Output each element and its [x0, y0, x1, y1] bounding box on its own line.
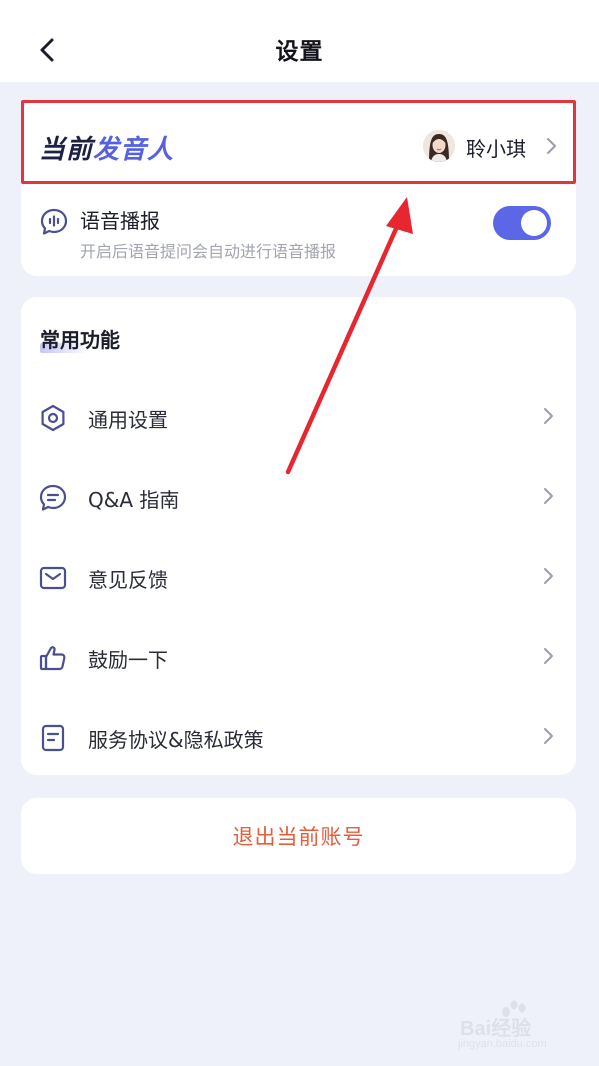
watermark-brand: Bai经验 — [460, 1018, 532, 1040]
voice-chat-icon — [40, 208, 68, 235]
watermark-url: jingyan.baidu.com — [458, 1038, 547, 1050]
toggle-knob — [521, 210, 547, 236]
logout-button[interactable]: 退出当前账号 — [21, 798, 576, 874]
chevron-right-icon — [544, 728, 553, 744]
back-button[interactable] — [30, 30, 64, 70]
mail-icon — [39, 566, 67, 590]
avatar-icon — [423, 130, 455, 162]
voice-settings-card: 当前发音人 聆小琪 语音播报 开启后语音提问会自动进行语音播报 — [21, 100, 576, 276]
menu-item-label: 意见反馈 — [88, 568, 168, 592]
chevron-right-icon — [544, 568, 553, 584]
chevron-right-icon — [544, 408, 553, 424]
chevron-right-icon — [547, 138, 556, 154]
voice-broadcast-label: 语音播报 — [80, 209, 160, 233]
settings-page: 设置 当前发音人 聆小琪 语音播报 开启后语音提问会自动进行语音播报 常用功能 … — [0, 0, 599, 1066]
voice-broadcast-toggle[interactable] — [493, 206, 551, 240]
menu-item-label: Q&A 指南 — [88, 488, 180, 512]
gear-icon — [41, 404, 65, 432]
speaker-name: 聆小琪 — [466, 137, 526, 161]
chevron-right-icon — [544, 648, 553, 664]
current-speaker-title: 当前发音人 — [39, 129, 174, 166]
menu-item-label: 通用设置 — [88, 408, 168, 432]
menu-item-privacy-policy[interactable]: 服务协议&隐私政策 — [21, 697, 576, 777]
common-functions-card: 常用功能 通用设置 Q&A 指南 意见反馈 鼓励一下 服务协议&隐私政策 — [21, 297, 576, 775]
section-title: 常用功能 — [40, 328, 120, 352]
document-icon — [41, 724, 65, 752]
logout-label: 退出当前账号 — [232, 825, 365, 849]
chevron-left-icon — [40, 38, 54, 62]
menu-item-label: 服务协议&隐私政策 — [88, 728, 264, 752]
watermark: Bai经验 jingyan.baidu.com — [452, 1000, 582, 1054]
speaker-title-part2: 发音人 — [93, 135, 175, 165]
menu-item-qa-guide[interactable]: Q&A 指南 — [21, 457, 576, 537]
page-title: 设置 — [275, 39, 324, 65]
chevron-right-icon — [544, 488, 553, 504]
voice-broadcast-description: 开启后语音提问会自动进行语音播报 — [80, 242, 337, 261]
menu-item-feedback[interactable]: 意见反馈 — [21, 537, 576, 617]
thumbs-up-icon — [39, 646, 66, 671]
speaker-title-part1: 当前 — [39, 135, 94, 165]
chat-bubble-icon — [39, 484, 67, 511]
menu-item-label: 鼓励一下 — [88, 648, 168, 672]
menu-item-encourage[interactable]: 鼓励一下 — [21, 617, 576, 697]
menu-item-general-settings[interactable]: 通用设置 — [21, 377, 576, 457]
current-speaker-row[interactable]: 当前发音人 聆小琪 — [21, 100, 576, 184]
avatar — [423, 130, 455, 162]
